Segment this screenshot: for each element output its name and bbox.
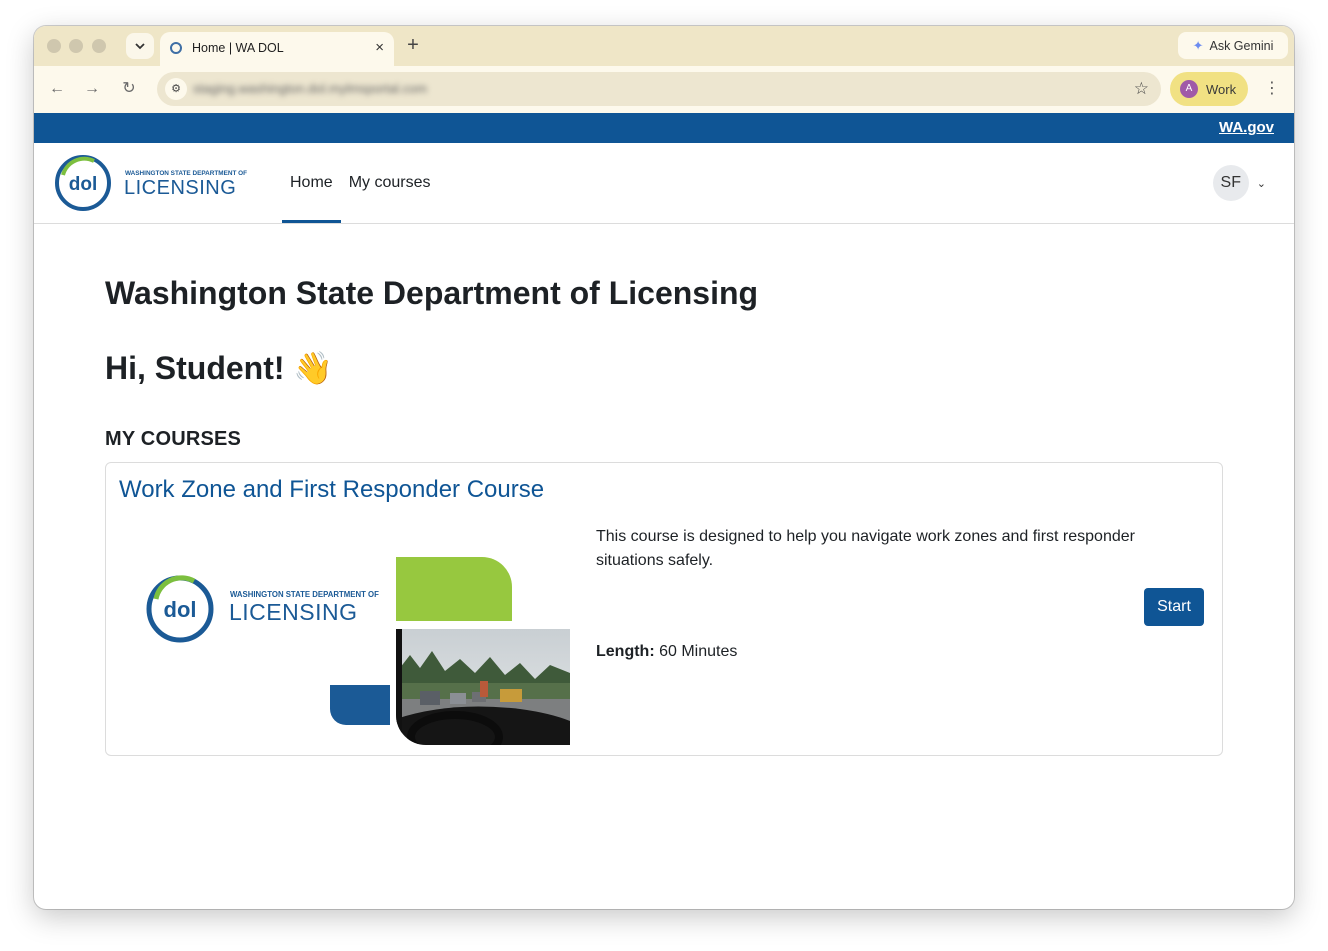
user-avatar: SF xyxy=(1212,165,1249,201)
chevron-down-icon: ⌄ xyxy=(1256,177,1266,190)
wa-gov-link[interactable]: WA.gov xyxy=(1219,119,1274,136)
start-course-button[interactable]: Start xyxy=(1144,588,1204,626)
browser-window: Home | WA DOL × + ✦ Ask Gemini ← → ↻ ⚙ s… xyxy=(34,26,1294,909)
image-logo-line1: WASHINGTON STATE DEPARTMENT OF xyxy=(230,590,379,599)
profile-avatar: A xyxy=(1180,80,1198,98)
profile-button[interactable]: A Work xyxy=(1170,72,1248,106)
favicon-icon xyxy=(170,42,182,54)
back-arrow-icon[interactable]: ← xyxy=(46,78,68,100)
course-length-label: Length: xyxy=(596,643,655,660)
site-info-icon[interactable]: ⚙ xyxy=(165,78,187,100)
tab-title: Home | WA DOL xyxy=(192,41,284,55)
dol-logo[interactable]: dol WASHINGTON STATE DEPARTMENT OF LICEN… xyxy=(54,153,254,213)
address-bar[interactable]: ⚙ staging.washington.dol.mylmsportal.com… xyxy=(157,72,1161,106)
nav-home[interactable]: Home xyxy=(282,143,341,223)
user-menu[interactable]: SF ⌄ xyxy=(1212,165,1266,201)
greeting: Hi, Student! 👋 xyxy=(105,350,334,386)
svg-text:dol: dol xyxy=(164,597,197,622)
logo-line2: LICENSING xyxy=(124,177,236,199)
new-tab-button[interactable]: + xyxy=(402,34,424,56)
course-length: Length: 60 Minutes xyxy=(596,643,737,661)
course-length-value: 60 Minutes xyxy=(659,643,738,660)
course-title-link[interactable]: Work Zone and First Responder Course xyxy=(119,476,544,504)
tab-search-button[interactable] xyxy=(126,33,154,59)
profile-label: Work xyxy=(1206,81,1237,97)
url-text: staging.washington.dol.mylmsportal.com xyxy=(193,81,428,96)
course-description: This course is designed to help you navi… xyxy=(596,528,1135,569)
bookmark-star-icon[interactable]: ☆ xyxy=(1134,78,1149,100)
active-tab[interactable]: Home | WA DOL × xyxy=(160,32,394,66)
reload-icon[interactable]: ↻ xyxy=(118,78,140,100)
course-card: Work Zone and First Responder Course dol… xyxy=(105,462,1223,756)
page-title: Washington State Department of Licensing xyxy=(105,275,759,311)
maximize-window-button[interactable] xyxy=(92,39,106,53)
browser-toolbar: ← → ↻ ⚙ staging.washington.dol.mylmsport… xyxy=(34,66,1294,114)
primary-nav: Home My courses xyxy=(282,143,438,223)
logo-monogram: dol xyxy=(69,174,98,195)
chevron-down-icon xyxy=(135,43,145,50)
ask-gemini-label: Ask Gemini xyxy=(1209,38,1274,53)
gemini-sparkle-icon: ✦ xyxy=(1192,37,1204,53)
image-logo-line2: LICENSING xyxy=(229,599,357,625)
more-menu-icon[interactable]: ⋮ xyxy=(1264,78,1280,100)
logo-line1: WASHINGTON STATE DEPARTMENT OF xyxy=(125,170,247,177)
tab-strip: Home | WA DOL × + ✦ Ask Gemini xyxy=(34,26,1294,66)
close-window-button[interactable] xyxy=(47,39,61,53)
minimize-window-button[interactable] xyxy=(69,39,83,53)
tab-close-icon[interactable]: × xyxy=(375,39,384,57)
forward-arrow-icon[interactable]: → xyxy=(81,78,103,100)
course-image: dol WASHINGTON STATE DEPARTMENT OF LICEN… xyxy=(120,523,570,745)
site-header: dol WASHINGTON STATE DEPARTMENT OF LICEN… xyxy=(34,143,1294,224)
ask-gemini-button[interactable]: ✦ Ask Gemini xyxy=(1178,32,1288,59)
my-courses-heading: MY COURSES xyxy=(105,428,242,450)
nav-my-courses[interactable]: My courses xyxy=(341,143,439,223)
wa-gov-bar: WA.gov xyxy=(34,113,1294,143)
